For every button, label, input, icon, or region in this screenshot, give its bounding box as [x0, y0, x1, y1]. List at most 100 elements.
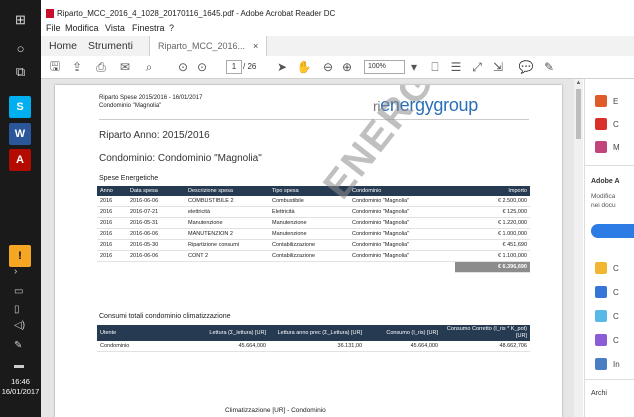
tab-document-label: Riparto_MCC_2016... [158, 41, 246, 51]
menu-vista[interactable]: Vista [105, 23, 125, 33]
hand-tool-icon[interactable]: ✋ [296, 59, 312, 75]
col-consumo: Consumo (I_ris) [UR] [365, 325, 441, 341]
print-icon[interactable]: ⎙ [93, 59, 109, 75]
cell: 2016-06-06 [127, 228, 185, 240]
tool-edit-pdf[interactable]: M [595, 141, 620, 153]
clock-date: 16/01/2017 [1, 387, 40, 396]
tool-organize[interactable]: C [595, 310, 619, 322]
chevron-up-icon[interactable]: › [14, 266, 17, 277]
create-pdf-icon [595, 118, 607, 130]
read-mode-icon[interactable]: ⇲ [490, 59, 506, 75]
notification-app-icon[interactable]: ! [9, 245, 31, 267]
col-importo: Importo [455, 186, 530, 196]
archive-label[interactable]: Archi [591, 390, 607, 397]
cell: 2016 [97, 196, 127, 207]
pdf-page: Riparto Spese 2015/2016 - 16/01/2017 Con… [55, 85, 562, 417]
spacer-cell [97, 262, 349, 273]
fit-page-icon[interactable]: ⎕ [427, 59, 443, 75]
col-anno: Anno [97, 186, 127, 196]
cell: COMBUSTIBILE 2 [185, 196, 269, 207]
title-bar: Riparto_MCC_2016_4_1028_20170116_1645.pd… [41, 0, 634, 22]
page-number-input[interactable]: 1 [226, 60, 242, 74]
section-consumi: Consumi totali condominio climatizzazion… [99, 313, 231, 320]
save-icon[interactable]: 🖫 [47, 59, 63, 75]
task-view-icon[interactable]: ⧉ [0, 58, 41, 86]
menu-modifica[interactable]: Modifica [65, 23, 99, 33]
cell: € 125,000 [455, 206, 530, 218]
page-down-icon[interactable]: ⊙ [194, 59, 210, 75]
cell: Condominio "Magnolia" [349, 239, 455, 251]
tab-strumenti[interactable]: Strumenti [88, 36, 133, 56]
tab-home[interactable]: Home [49, 36, 77, 56]
vertical-scrollbar[interactable]: ▲ [574, 79, 583, 417]
cell: € 2.500,000 [455, 196, 530, 207]
tab-document[interactable]: Riparto_MCC_2016... × [149, 36, 268, 56]
header-divider [99, 119, 529, 120]
keyboard-icon[interactable]: ▬ [14, 360, 24, 371]
select-cursor-icon[interactable]: ➤ [274, 59, 290, 75]
cell: Contabilizzazione [269, 250, 349, 262]
volume-icon[interactable]: ◁) [14, 320, 25, 331]
cell: CONT 2 [185, 250, 269, 262]
cell: 2016 [97, 239, 127, 251]
search-icon[interactable]: ⌕ [141, 59, 157, 75]
cell: 2016-07-21 [127, 206, 185, 218]
cell: 2016-06-06 [127, 196, 185, 207]
cell: 45.664,000 [365, 341, 441, 352]
table-row: 2016 2016-06-06 CONT 2 Contabilizzazione… [97, 250, 530, 262]
cell: 48.662,706 [441, 341, 530, 352]
tool-fill-sign[interactable]: C [595, 334, 619, 346]
comment-icon[interactable]: 💬 [518, 59, 534, 75]
zoom-in-icon[interactable]: ⊕ [339, 59, 355, 75]
cell: 2016 [97, 228, 127, 240]
windows-start-icon[interactable]: ⊞ [0, 6, 41, 34]
taskbar-clock[interactable]: 16:46 16/01/2017 [0, 377, 41, 397]
scroll-thumb[interactable] [576, 89, 581, 139]
tool-combine[interactable]: C [595, 286, 619, 298]
pen-tool-icon[interactable]: ✎ [541, 59, 557, 75]
fullscreen-icon[interactable]: ⤢ [469, 59, 485, 75]
tool-comment[interactable]: C [595, 262, 619, 274]
menu-help[interactable]: ? [169, 23, 174, 33]
word-icon[interactable]: W [9, 123, 31, 145]
cell: elettricità [185, 206, 269, 218]
tool-label: C [613, 119, 619, 129]
close-tab-icon[interactable]: × [253, 41, 258, 51]
network-icon[interactable]: ▭ [14, 286, 23, 297]
menu-finestra[interactable]: Finestra [132, 23, 165, 33]
document-viewer[interactable]: Riparto Spese 2015/2016 - 16/01/2017 Con… [41, 79, 583, 417]
tool-create-pdf[interactable]: C [595, 118, 619, 130]
upload-icon[interactable]: ⇪ [69, 59, 85, 75]
cell: 2016-05-31 [127, 217, 185, 229]
acrobat-app-icon [46, 9, 54, 18]
acrobat-icon[interactable]: A [9, 149, 31, 171]
zoom-out-icon[interactable]: ⊖ [320, 59, 336, 75]
pane-divider [585, 379, 634, 380]
tool-label: E [613, 96, 619, 106]
page-up-icon[interactable]: ⊙ [175, 59, 191, 75]
zoom-level-select[interactable]: 100% [364, 60, 405, 74]
zoom-dropdown-icon[interactable]: ▾ [406, 59, 422, 75]
cell: 2016 [97, 206, 127, 218]
tools-pane: E C M Adobe A Modifica nei docu C C C C … [584, 79, 634, 417]
menu-file[interactable]: File [46, 23, 61, 33]
pane-divider [585, 165, 634, 166]
tool-more[interactable]: In [595, 358, 620, 370]
spese-table: Anno Data spesa Descrizione spesa Tipo s… [97, 186, 530, 273]
col-descrizione: Descrizione spesa [185, 186, 269, 196]
scroll-up-icon[interactable]: ▲ [575, 80, 582, 87]
cell: € 1.220,000 [455, 217, 530, 229]
consumi-table: Utente Lettura (Σ_lettura) [UR] Lettura … [97, 325, 530, 352]
promo-button[interactable] [591, 224, 634, 238]
export-icon [595, 95, 607, 107]
battery-icon[interactable]: ▯ [14, 304, 20, 315]
more-tools-icon [595, 358, 607, 370]
riparto-title: Riparto Anno: 2015/2016 [99, 130, 210, 141]
pen-icon[interactable]: ✎ [14, 340, 22, 351]
tool-export-pdf[interactable]: E [595, 95, 618, 107]
scroll-mode-icon[interactable]: ☰ [448, 59, 464, 75]
fill-sign-icon [595, 334, 607, 346]
skype-icon[interactable]: S [9, 96, 31, 118]
cell: Condominio "Magnolia" [349, 250, 455, 262]
email-icon[interactable]: ✉ [117, 59, 133, 75]
